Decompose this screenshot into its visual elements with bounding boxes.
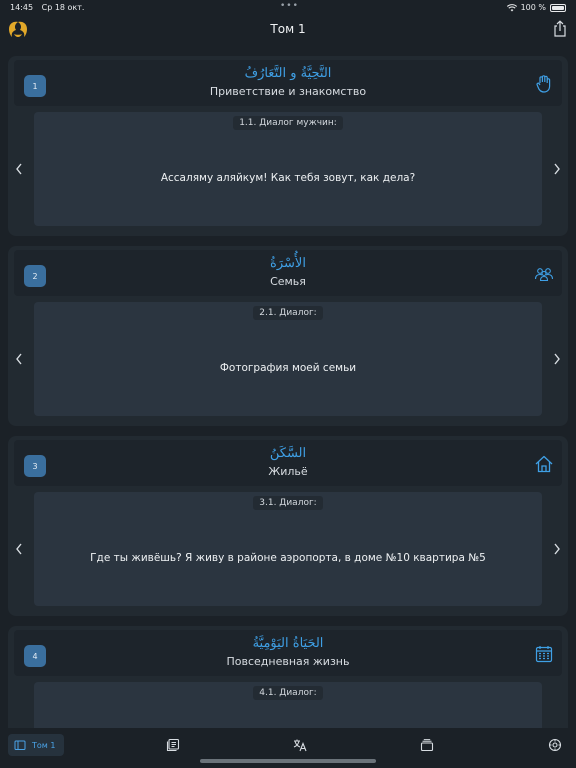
dialog-preview[interactable]: 4.1. Диалог: — [34, 682, 542, 728]
lesson-header[interactable]: 4 الحَيَاةُ اليَوْمِيَّةُ Повседневная ж… — [14, 630, 562, 676]
dialog-label: 2.1. Диалог: — [253, 306, 323, 320]
text-book-icon — [166, 738, 180, 752]
dialog-preview[interactable]: 1.1. Диалог мужчин: Ассаляму аляйкум! Ка… — [34, 112, 542, 226]
tab-translate[interactable] — [293, 734, 307, 756]
lesson-header[interactable]: 3 السَّكَنُ Жильё — [14, 440, 562, 486]
dialog-label: 3.1. Диалог: — [253, 496, 323, 510]
tab-exercises[interactable] — [166, 734, 180, 756]
tab-volume-label: Том 1 — [32, 740, 56, 750]
chevron-left-icon[interactable] — [14, 542, 24, 556]
gear-icon — [548, 738, 562, 752]
lesson-card-2[interactable]: 2 الأُسْرَةُ Семья 2.1. Диалог: Фотограф… — [8, 246, 568, 426]
lesson-title: Семья — [270, 275, 306, 288]
translate-icon — [293, 739, 307, 752]
dialog-label: 4.1. Диалог: — [253, 686, 323, 700]
lesson-title: Приветствие и знакомство — [209, 85, 367, 98]
page-title: Том 1 — [270, 22, 306, 36]
lesson-header[interactable]: 1 التَّحِيَّةُ و التَّعَارُفُ Приветстви… — [14, 60, 562, 106]
chevron-left-icon[interactable] — [14, 162, 24, 176]
calendar-icon — [535, 646, 553, 663]
lesson-arabic-title: الحَيَاةُ اليَوْمِيَّةُ — [252, 636, 324, 651]
chevron-left-icon[interactable] — [14, 352, 24, 366]
chevron-right-icon[interactable] — [552, 352, 562, 366]
status-time: 14:45 — [10, 3, 34, 12]
chevron-right-icon[interactable] — [552, 162, 562, 176]
lesson-header[interactable]: 2 الأُسْرَةُ Семья — [14, 250, 562, 296]
lesson-arabic-title: الأُسْرَةُ — [270, 256, 306, 271]
lesson-card-4[interactable]: 4 الحَيَاةُ اليَوْمِيَّةُ Повседневная ж… — [8, 626, 568, 728]
status-date: Ср 18 окт. — [41, 3, 85, 12]
lesson-card-3[interactable]: 3 السَّكَنُ Жильё 3.1. Диалог: Где ты жи… — [8, 436, 568, 616]
family-icon — [534, 268, 554, 282]
lesson-card-1[interactable]: 1 التَّحِيَّةُ و التَّعَارُفُ Приветстви… — [8, 56, 568, 236]
dialog-text: Где ты живёшь? Я живу в районе аэропорта… — [90, 552, 486, 564]
navigation-bar: Том 1 — [0, 16, 576, 46]
dialog-text: Фотография моей семьи — [219, 362, 357, 374]
lesson-title: Жильё — [268, 465, 308, 478]
stack-icon — [420, 739, 434, 752]
dialog-text: Ассаляму аляйкум! Как тебя зовут, как де… — [160, 172, 416, 184]
home-indicator[interactable] — [200, 759, 376, 763]
dialog-preview[interactable]: 2.1. Диалог: Фотография моей семьи — [34, 302, 542, 416]
lesson-arabic-title: السَّكَنُ — [269, 446, 307, 461]
dialog-preview[interactable]: 3.1. Диалог: Где ты живёшь? Я живу в рай… — [34, 492, 542, 606]
tab-settings[interactable] — [548, 734, 562, 756]
dialog-label: 1.1. Диалог мужчин: — [233, 116, 343, 130]
battery-percent: 100 % — [520, 3, 546, 12]
house-icon — [535, 455, 553, 473]
book-icon — [14, 740, 26, 750]
lesson-arabic-title: التَّحِيَّةُ و التَّعَارُفُ — [244, 66, 332, 81]
lesson-title: Повседневная жизнь — [226, 655, 350, 668]
status-bar: 14:45 Ср 18 окт. ••• 100 % — [0, 0, 576, 16]
multitasking-dots[interactable]: ••• — [280, 1, 299, 11]
wifi-icon — [506, 3, 517, 11]
tab-cards[interactable] — [420, 734, 434, 756]
share-icon[interactable] — [552, 20, 568, 38]
battery-icon — [550, 3, 566, 12]
raised-hand-icon — [536, 75, 551, 93]
tab-volume[interactable]: Том 1 — [8, 734, 64, 756]
chevron-right-icon[interactable] — [552, 542, 562, 556]
